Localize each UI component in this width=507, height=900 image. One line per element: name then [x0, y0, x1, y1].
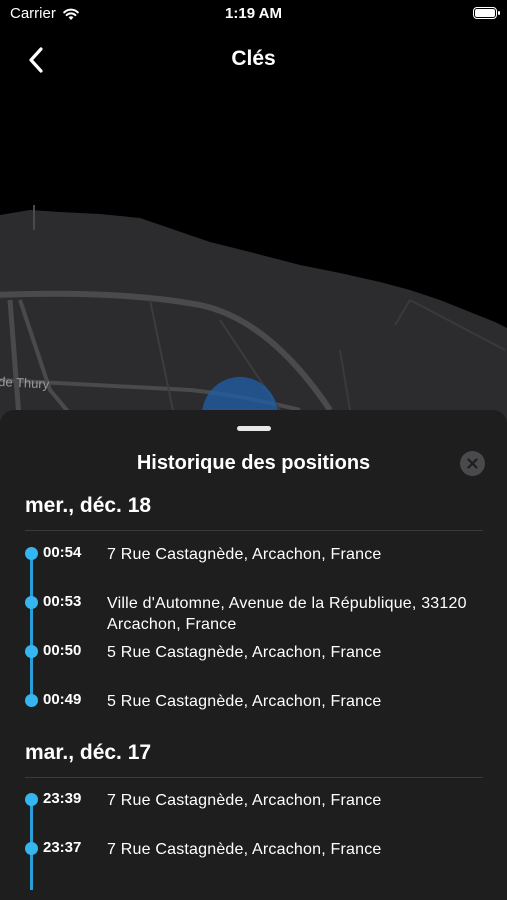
- status-time: 1:19 AM: [225, 5, 282, 22]
- entry-address: 5 Rue Castagnède, Arcachon, France: [107, 644, 382, 661]
- timeline-dot: [25, 793, 38, 806]
- timeline-line: [30, 552, 33, 698]
- day-header: mar., déc. 17: [25, 741, 152, 764]
- sheet-grabber[interactable]: [237, 426, 271, 431]
- divider: [25, 777, 483, 778]
- timeline-dot: [25, 842, 38, 855]
- day-header: mer., déc. 18: [25, 494, 152, 517]
- battery-icon: [473, 7, 500, 19]
- sheet-title: Historique des positions: [136, 452, 371, 474]
- page-title: Clés: [231, 47, 276, 70]
- timeline-dot: [25, 645, 38, 658]
- timeline-dot: [25, 694, 38, 707]
- entry-time: 23:39: [43, 790, 82, 807]
- status-bar: Carrier 1:19 AM: [0, 0, 507, 30]
- entry-address: 7 Rue Castagnède, Arcachon, France: [107, 841, 382, 858]
- entry-address: 7 Rue Castagnède, Arcachon, France: [107, 792, 382, 809]
- close-button[interactable]: [460, 451, 485, 476]
- entry-time: 00:54: [43, 544, 82, 561]
- entry-address: 5 Rue Castagnède, Arcachon, France: [107, 693, 382, 710]
- entry-time: 00:53: [43, 593, 82, 610]
- entry-time: 00:49: [43, 691, 82, 708]
- divider: [25, 530, 483, 531]
- timeline-dot: [25, 547, 38, 560]
- nav-bar: Clés: [0, 30, 507, 90]
- timeline-dot: [25, 596, 38, 609]
- entry-address: 7 Rue Castagnède, Arcachon, France: [107, 546, 382, 563]
- map-view[interactable]: de Thury: [0, 90, 507, 430]
- entry-time: 23:37: [43, 839, 82, 856]
- entry-time: 00:50: [43, 642, 82, 659]
- history-sheet: Historique des positions mer., déc. 18 0…: [0, 410, 507, 900]
- close-icon: [467, 458, 478, 469]
- entry-address: Ville d'Automne, Avenue de la République…: [107, 595, 467, 633]
- map-street-label: de Thury: [0, 374, 50, 392]
